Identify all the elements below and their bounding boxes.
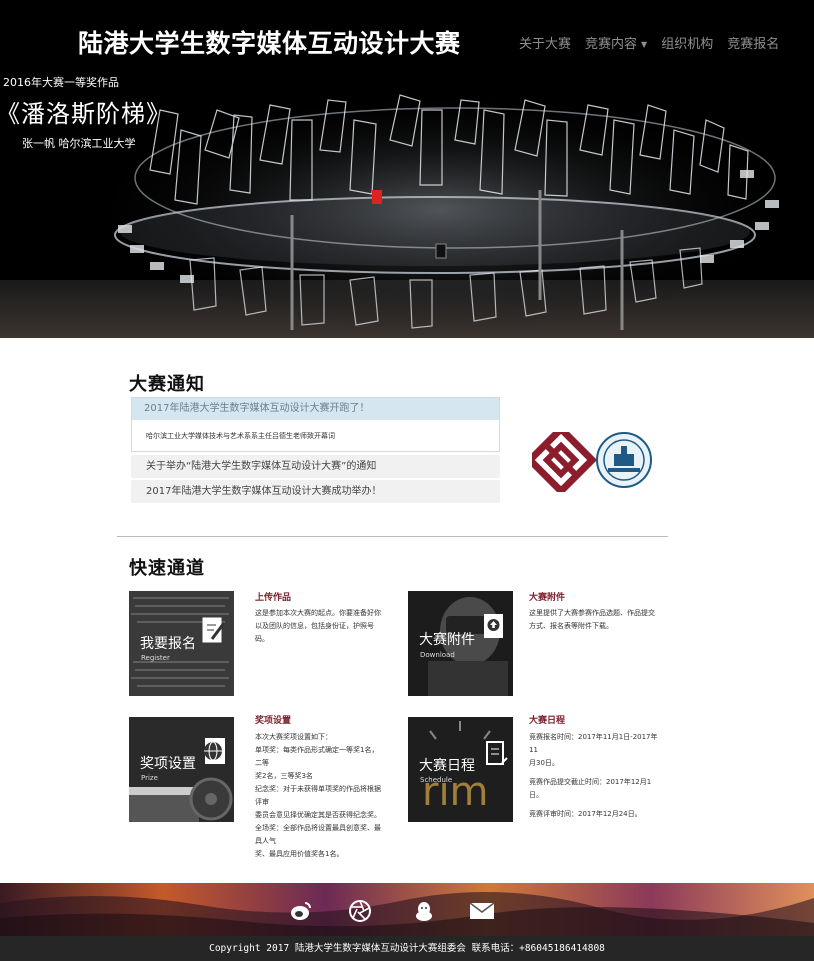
nav-organization[interactable]: 组织机构 <box>661 33 713 52</box>
notice-item[interactable]: 2017年陆港大学生数字媒体互动设计大赛成功举办！ <box>131 480 500 503</box>
schedule-tile-sub: Schedule <box>420 776 453 784</box>
schedule-title[interactable]: 大赛日程 <box>529 713 565 726</box>
schedule-desc: 竞赛报名时间：2017年11月1日-2017年11 月30日。 竞赛作品提交截止… <box>529 731 659 821</box>
desc-line: 单项奖：每类作品形式确定一等奖1名，二等 <box>255 746 379 767</box>
desc-line: 方式、报名表等附件下载。 <box>529 622 613 630</box>
section-divider <box>117 536 668 537</box>
aperture-icon[interactable] <box>349 900 371 922</box>
notice-featured-title[interactable]: 2017年陆港大学生数字媒体互动设计大赛开跑了！ <box>132 398 499 420</box>
desc-line: 本次大赛奖项设置如下： <box>255 733 332 741</box>
notices-heading: 大赛通知 <box>129 374 205 395</box>
pencil-document-icon <box>202 617 226 643</box>
attachments-tile[interactable]: 大赛附件 Download <box>408 591 513 696</box>
footer-background <box>0 883 814 936</box>
register-tile-sub: Register <box>141 654 170 662</box>
quick-heading: 快速通道 <box>129 558 205 579</box>
desc-line: 这里提供了大赛参赛作品选题、作品提交 <box>529 609 655 617</box>
nav-register[interactable]: 竞赛报名 <box>727 33 779 52</box>
attachments-desc: 这里提供了大赛参赛作品选题、作品提交 方式、报名表等附件下载。 <box>529 607 659 633</box>
logos <box>532 432 652 492</box>
attachments-title[interactable]: 大赛附件 <box>529 590 565 603</box>
schedule-tile-label: 大赛日程 <box>419 758 475 774</box>
notice-featured[interactable]: 2017年陆港大学生数字媒体互动设计大赛开跑了！ 哈尔滨工业大学媒体技术与艺术系… <box>131 397 500 452</box>
desc-line: 这是参加本次大赛的起点。你要准备好你 <box>255 609 381 617</box>
notice-featured-body: 哈尔滨工业大学媒体技术与艺术系系主任吕德生老师致开幕词 <box>146 432 335 440</box>
weibo-icon[interactable] <box>290 900 312 922</box>
nav-content[interactable]: 竞赛内容 ▼ <box>585 33 647 52</box>
schedule-tile[interactable]: rım 大赛日程 Schedule <box>408 717 513 822</box>
upload-document-icon <box>484 614 503 638</box>
copyright: Copyright 2017 陆港大学生数字媒体互动设计大赛组委会 联系电话：+… <box>0 936 814 961</box>
upload-title[interactable]: 上传作品 <box>255 590 291 603</box>
desc-line: 奖、最具应用价值奖各1名。 <box>255 850 344 858</box>
desc-line: 竞赛报名时间：2017年11月1日-2017年11 <box>529 733 658 754</box>
prize-title[interactable]: 奖项设置 <box>255 713 291 726</box>
desc-line: 竞赛评审时间：2017年12月24日。 <box>529 810 642 818</box>
polyu-logo <box>532 432 598 492</box>
hero-work-author: 张一帆 哈尔滨工业大学 <box>22 137 136 150</box>
desc-line: 以及团队的信息，包括身份证，护照号码。 <box>255 622 374 643</box>
prize-tile-sub: Prize <box>141 774 158 782</box>
desc-line: 纪念奖：对于未获得单项奖的作品将根据评审 <box>255 785 381 806</box>
calendar-document-icon <box>486 741 508 765</box>
main-nav: 关于大赛 竞赛内容 ▼ 组织机构 竞赛报名 <box>519 33 779 52</box>
mail-icon[interactable] <box>469 902 495 920</box>
nav-content-label: 竞赛内容 <box>585 37 638 52</box>
attachments-tile-sub: Download <box>420 651 455 659</box>
site-title[interactable]: 陆港大学生数字媒体互动设计大赛 <box>78 24 461 60</box>
globe-document-icon <box>204 738 225 764</box>
hero-work-title: 《潘洛斯阶梯》 <box>0 100 171 128</box>
desc-line: 奖2名，三等奖3名 <box>255 772 313 780</box>
desc-line: 月30日。 <box>529 759 559 767</box>
qq-icon[interactable] <box>413 900 435 922</box>
desc-line: 委员会意见择优确定其是否获得纪念奖。 <box>255 811 381 819</box>
register-tile[interactable]: 我要报名 Register <box>129 591 234 696</box>
upload-desc: 这是参加本次大赛的起点。你要准备好你 以及团队的信息，包括身份证，护照号码。 <box>255 607 385 646</box>
hero-award-label: 2016年大赛一等奖作品 <box>3 76 119 89</box>
prize-desc: 本次大赛奖项设置如下： 单项奖：每类作品形式确定一等奖1名，二等 奖2名，三等奖… <box>255 731 385 861</box>
prize-tile[interactable]: 奖项设置 Prize <box>129 717 234 822</box>
prize-tile-label: 奖项设置 <box>140 756 196 772</box>
desc-line: 全场奖：全部作品将设置最具创意奖、最具人气 <box>255 824 381 845</box>
caret-down-icon: ▼ <box>641 40 648 49</box>
attachments-tile-label: 大赛附件 <box>419 632 475 648</box>
nav-about[interactable]: 关于大赛 <box>519 33 571 52</box>
desc-line: 竞赛作品提交截止时间：2017年12月1日。 <box>529 778 652 799</box>
notice-item[interactable]: 关于举办“陆港大学生数字媒体互动设计大赛”的通知 <box>131 455 500 478</box>
hit-logo <box>596 432 652 488</box>
register-tile-label: 我要报名 <box>140 636 196 652</box>
hero-banner: 陆港大学生数字媒体互动设计大赛 关于大赛 竞赛内容 ▼ 组织机构 竞赛报名 201… <box>0 0 814 338</box>
